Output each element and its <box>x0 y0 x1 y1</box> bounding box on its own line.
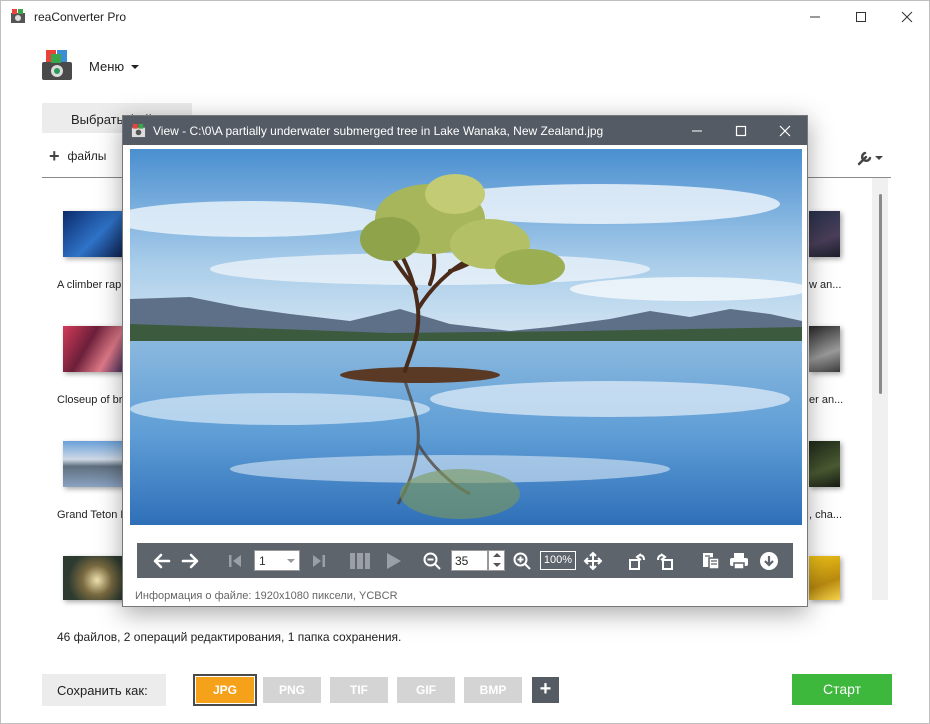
rotate-right-icon[interactable] <box>653 543 677 578</box>
close-button[interactable] <box>884 1 930 32</box>
file-thumbnail[interactable] <box>809 211 840 257</box>
chevron-down-icon <box>131 65 139 69</box>
close-icon <box>779 125 791 136</box>
file-thumbnail[interactable] <box>63 211 125 257</box>
add-files-button[interactable]: + файлы <box>49 146 107 166</box>
file-caption: w an... <box>809 279 842 291</box>
fit-move-icon[interactable] <box>581 543 605 578</box>
maximize-icon <box>735 125 747 136</box>
file-thumbnail[interactable] <box>809 556 840 600</box>
zoom-stepper[interactable] <box>488 550 505 571</box>
actual-size-button[interactable]: 100% <box>540 551 576 570</box>
slideshow-icon[interactable] <box>347 543 373 578</box>
scrollbar-thumb[interactable] <box>879 194 882 394</box>
viewer-toolbar: 1 35 100% <box>137 543 793 578</box>
add-format-button[interactable]: + <box>532 677 559 703</box>
file-thumbnail[interactable] <box>63 556 125 600</box>
file-thumbnail[interactable] <box>63 441 125 487</box>
viewer-close-button[interactable] <box>763 116 807 145</box>
viewer-title: View - C:\0\A partially underwater subme… <box>153 124 604 138</box>
viewer-maximize-button[interactable] <box>719 116 763 145</box>
plus-icon: + <box>49 146 60 166</box>
format-jpg-button[interactable]: JPG <box>193 674 257 706</box>
minimize-button[interactable] <box>792 1 838 32</box>
format-bmp-button[interactable]: BMP <box>464 677 522 703</box>
file-caption: er an... <box>809 394 844 406</box>
start-button[interactable]: Старт <box>792 674 892 705</box>
file-caption: Grand Teton N <box>57 509 129 521</box>
close-icon <box>901 11 913 22</box>
download-icon[interactable] <box>757 543 781 578</box>
rotate-left-icon[interactable] <box>625 543 649 578</box>
add-files-label: файлы <box>67 149 107 163</box>
format-tif-button[interactable]: TIF <box>330 677 388 703</box>
minimize-icon <box>692 130 702 131</box>
file-thumbnail[interactable] <box>809 441 840 487</box>
preview-image <box>130 149 802 525</box>
format-gif-button[interactable]: GIF <box>397 677 455 703</box>
window-title: reaConverter Pro <box>34 10 127 24</box>
properties-icon[interactable] <box>699 543 723 578</box>
app-icon <box>11 9 25 23</box>
arrow-right-icon[interactable] <box>179 543 201 578</box>
play-icon[interactable] <box>382 543 404 578</box>
format-png-button[interactable]: PNG <box>263 677 321 703</box>
zoom-out-icon[interactable] <box>421 543 443 578</box>
file-info-text: Информация о файле: 1920x1080 пиксели, Y… <box>135 590 398 602</box>
app-icon <box>131 123 146 138</box>
chevron-up-icon[interactable] <box>493 553 501 557</box>
menu-button[interactable]: Меню <box>89 59 124 74</box>
save-as-label[interactable]: Сохранить как: <box>42 674 166 706</box>
wrench-icon[interactable] <box>856 149 884 167</box>
file-thumbnail[interactable] <box>809 326 840 372</box>
zoom-in-icon[interactable] <box>511 543 533 578</box>
maximize-icon <box>856 11 866 22</box>
file-caption: , cha... <box>809 509 843 521</box>
zoom-input[interactable]: 35 <box>451 550 488 571</box>
print-icon[interactable] <box>727 543 751 578</box>
chevron-down-icon <box>287 559 295 563</box>
reaconverter-logo[interactable] <box>40 48 74 82</box>
arrow-left-icon[interactable] <box>151 543 173 578</box>
file-caption: A climber rapp <box>57 279 128 291</box>
first-page-icon[interactable] <box>225 543 245 578</box>
file-caption: Closeup of bru <box>57 394 129 406</box>
image-viewer-window: View - C:\0\A partially underwater subme… <box>122 115 808 607</box>
status-text: 46 файлов, 2 операций редактирования, 1 … <box>57 630 402 644</box>
viewer-title-bar: View - C:\0\A partially underwater subme… <box>123 116 807 145</box>
minimize-icon <box>810 16 820 17</box>
maximize-button[interactable] <box>838 1 884 32</box>
file-thumbnail[interactable] <box>63 326 125 372</box>
page-value: 1 <box>259 554 266 568</box>
viewer-minimize-button[interactable] <box>675 116 719 145</box>
title-bar: reaConverter Pro <box>1 1 929 32</box>
chevron-down-icon[interactable] <box>493 563 501 567</box>
page-select[interactable]: 1 <box>254 550 300 571</box>
last-page-icon[interactable] <box>309 543 329 578</box>
